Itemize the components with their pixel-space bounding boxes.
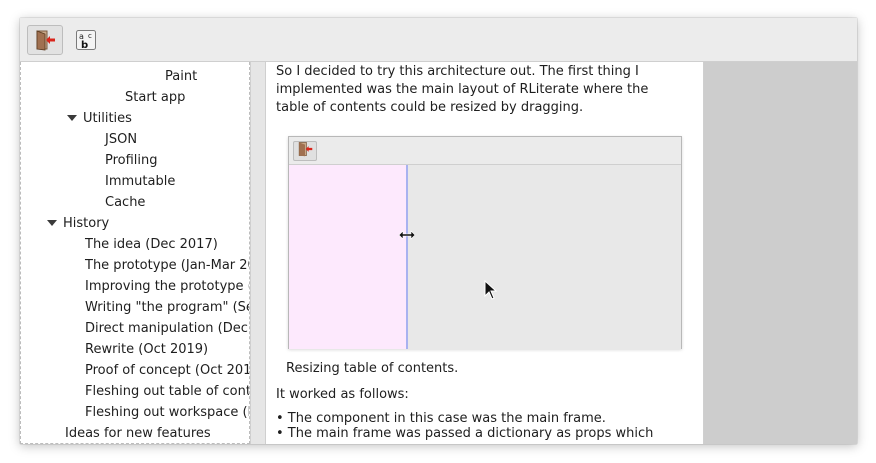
- spell-letter-b: b: [81, 40, 88, 51]
- toc-item-fleshing-out-workspace[interactable]: Fleshing out workspace (N: [85, 402, 250, 423]
- workspace-page: So I decided to try this architecture ou…: [265, 62, 704, 444]
- workspace-background: [704, 62, 857, 444]
- toc-item-profiling[interactable]: Profiling: [105, 150, 158, 171]
- toc-item-label: The prototype (Jan-Mar 20: [85, 258, 250, 273]
- intro-line-1: So I decided to try this architecture ou…: [276, 64, 639, 79]
- toc-resize-divider[interactable]: [250, 62, 265, 444]
- toc-item-label: Writing "the program" (Se: [85, 300, 250, 315]
- toc-item-label: Paint: [165, 69, 198, 84]
- toc-item-label: Fleshing out workspace (N: [85, 405, 250, 420]
- spellcheck-button[interactable]: a c b: [68, 25, 104, 55]
- toc-item-paint[interactable]: Paint: [165, 66, 197, 87]
- toc-item-immutable[interactable]: Immutable: [105, 171, 175, 192]
- toc-item-rewrite[interactable]: Rewrite (Oct 2019): [85, 339, 208, 360]
- screenshot-figure: [288, 136, 682, 349]
- toc-item-utilities[interactable]: Utilities: [67, 108, 132, 129]
- spellcheck-icon: a c b: [75, 29, 97, 51]
- figure-main-pane: [408, 165, 681, 349]
- toc-item-proof-of-concept[interactable]: Proof of concept (Oct 201: [85, 360, 250, 381]
- toc-item-fleshing-out-toc[interactable]: Fleshing out table of cont: [85, 381, 250, 402]
- figure-toolbar: [289, 137, 681, 165]
- toc-item-direct-manipulation[interactable]: Direct manipulation (Dec: [85, 318, 248, 339]
- mouse-pointer-icon: [484, 279, 498, 304]
- toolbar: a c b: [20, 18, 857, 62]
- spell-letter-c: c: [88, 32, 92, 40]
- toc-item-start-app[interactable]: Start app: [125, 87, 185, 108]
- toc-item-json[interactable]: JSON: [105, 129, 137, 150]
- quit-icon: [297, 141, 313, 161]
- toc-item-label: Rewrite (Oct 2019): [85, 342, 209, 357]
- toc-item-label: Fleshing out table of cont: [85, 384, 250, 399]
- toc-item-label: Start app: [125, 90, 186, 105]
- toc-item-label: The idea (Dec 2017): [85, 237, 218, 252]
- app-window: a c b Paint Start app Utilities JSON Pro…: [20, 18, 857, 444]
- toc-item-label: Improving the prototype (: [85, 279, 250, 294]
- toc-item-label: Immutable: [105, 174, 176, 189]
- toc-item-cache[interactable]: Cache: [105, 192, 145, 213]
- toc-item-history[interactable]: History: [47, 213, 109, 234]
- toc-item-label: Profiling: [105, 153, 158, 168]
- intro-line-3: table of contents could be resized by dr…: [276, 100, 584, 115]
- toc-item-the-prototype[interactable]: The prototype (Jan-Mar 20: [85, 255, 250, 276]
- bullet-item-2: • The main frame was passed a dictionary…: [276, 426, 654, 441]
- toc-item-writing-the-program[interactable]: Writing "the program" (Se: [85, 297, 250, 318]
- toc-item-ideas-new-features[interactable]: Ideas for new features: [65, 423, 211, 443]
- figure-toc-pane: [289, 165, 406, 349]
- table-of-contents: Paint Start app Utilities JSON Profiling…: [20, 62, 250, 444]
- figure-quit-button: [293, 141, 317, 161]
- toc-item-improving-prototype[interactable]: Improving the prototype (: [85, 276, 250, 297]
- toc-item-label: Direct manipulation (Dec: [85, 321, 248, 336]
- quit-button[interactable]: [27, 25, 63, 55]
- toc-item-label: Utilities: [83, 111, 132, 126]
- toc-item-label: Cache: [105, 195, 146, 210]
- toc-item-label: History: [63, 216, 110, 231]
- toc-item-label: Ideas for new features: [65, 426, 211, 441]
- figure-caption: Resizing table of contents.: [286, 361, 459, 376]
- quit-icon: [34, 29, 56, 51]
- horizontal-resize-cursor-icon: [398, 229, 416, 244]
- toc-item-label: Proof of concept (Oct 201: [85, 363, 250, 378]
- toc-item-the-idea[interactable]: The idea (Dec 2017): [85, 234, 218, 255]
- expand-triangle-icon[interactable]: [47, 219, 57, 226]
- expand-triangle-icon[interactable]: [67, 114, 77, 121]
- follows-text: It worked as follows:: [276, 387, 409, 402]
- bullet-item-1: • The component in this case was the mai…: [276, 411, 606, 426]
- toc-item-label: JSON: [105, 132, 138, 147]
- intro-line-2: implemented was the main layout of RLite…: [276, 82, 649, 97]
